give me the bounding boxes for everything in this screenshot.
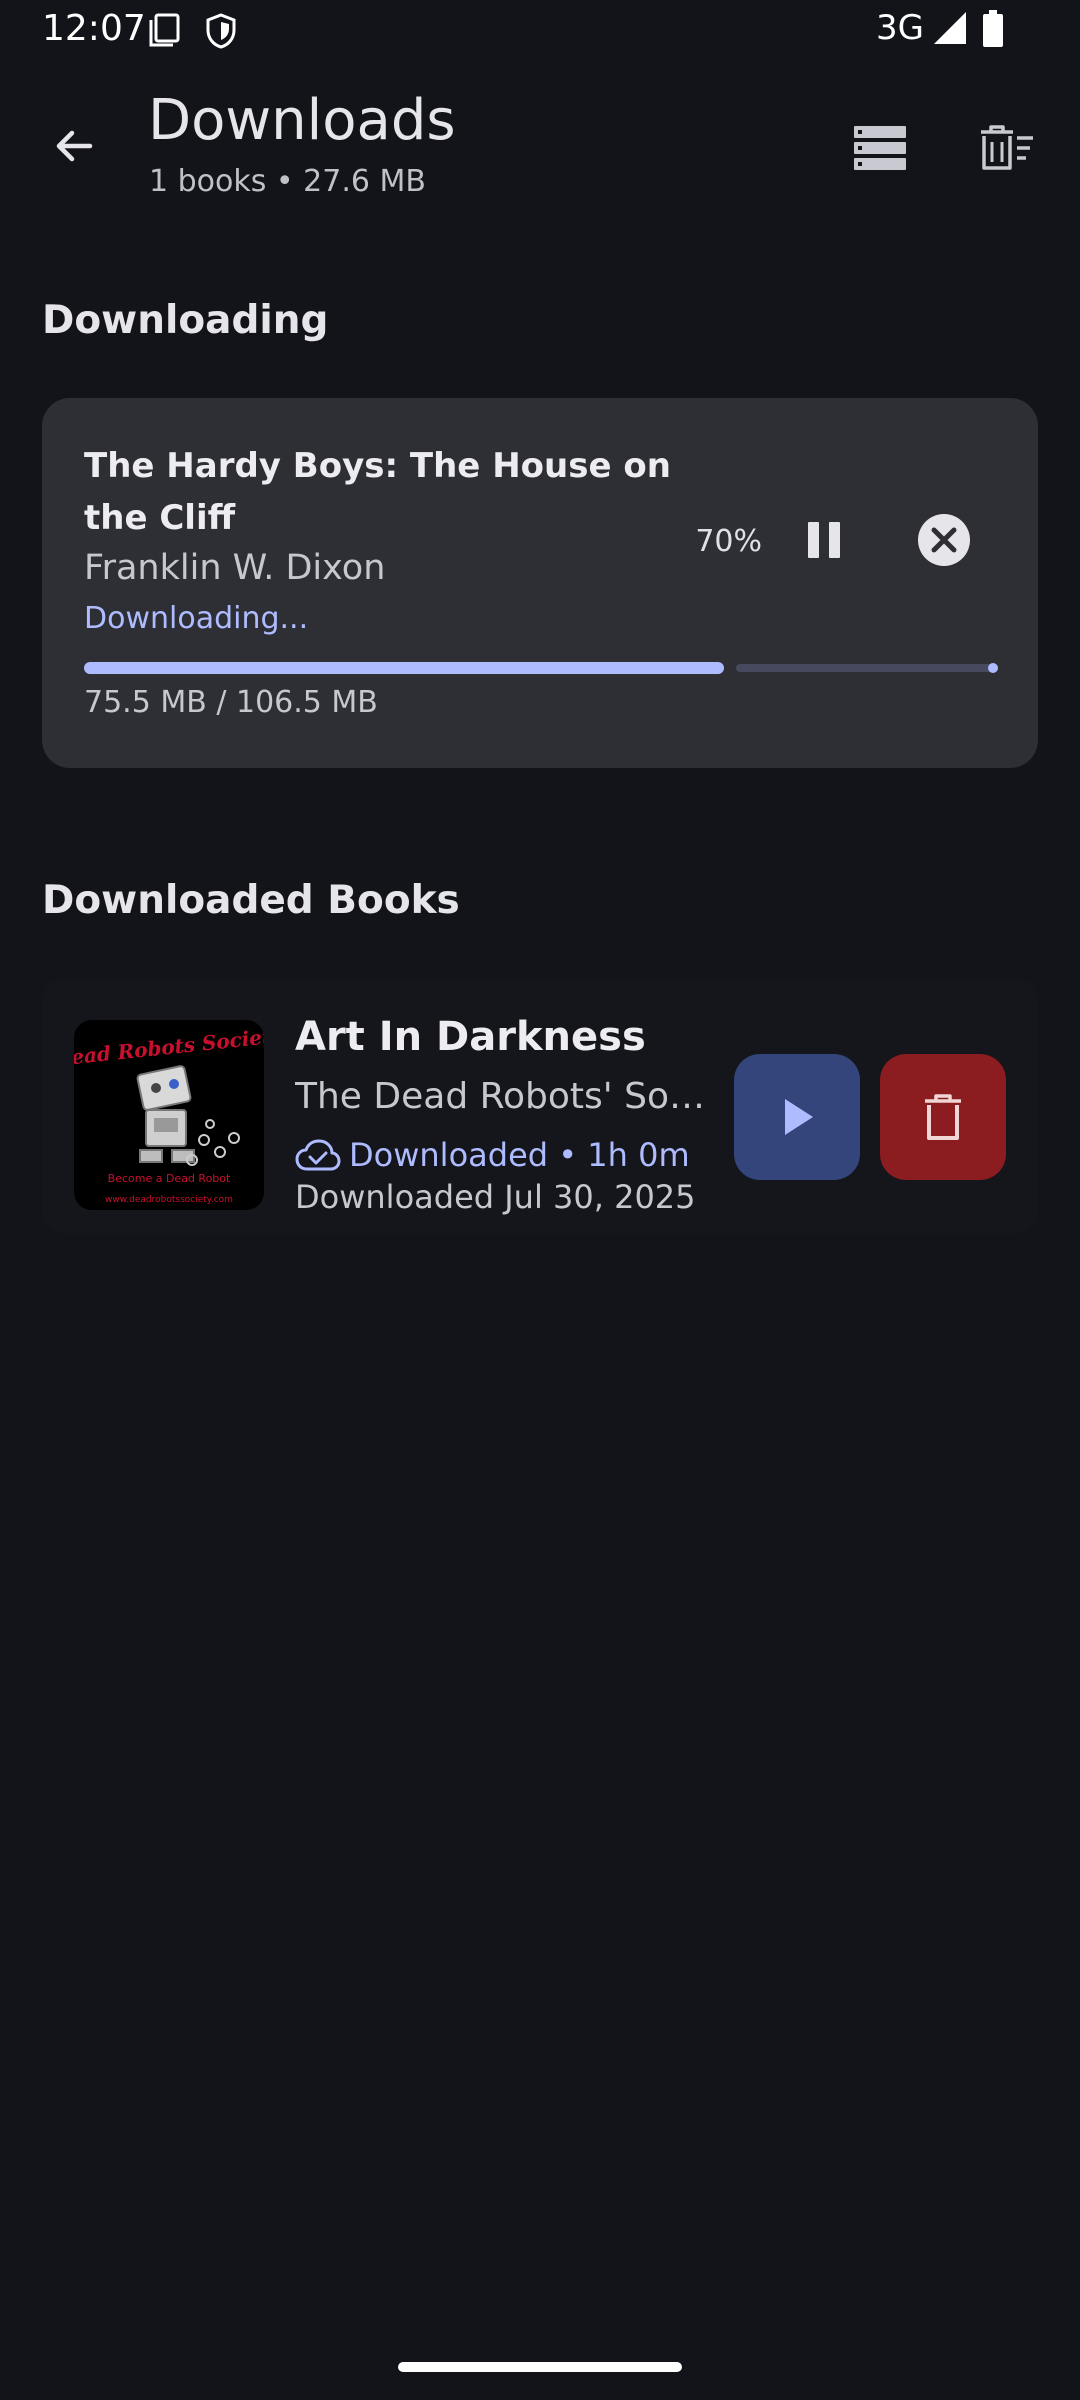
status-bar: 12:07 3G <box>0 0 1080 62</box>
delete-all-button[interactable] <box>966 108 1046 188</box>
book-download-status: Downloaded • 1h 0m <box>295 1136 690 1174</box>
downloading-card: The Hardy Boys: The House on the Cliff F… <box>42 398 1038 768</box>
download-book-title: The Hardy Boys: The House on the Cliff <box>84 446 671 538</box>
back-button[interactable] <box>38 110 110 182</box>
download-progress-bar <box>84 662 998 674</box>
book-cover: Dead Robots Society Become a Dead Robot … <box>74 1020 264 1210</box>
svg-text:www.deadrobotssociety.com: www.deadrobotssociety.com <box>105 1195 233 1205</box>
shield-icon <box>204 12 238 54</box>
storage-button[interactable] <box>840 108 920 188</box>
book-status-text: Downloaded • 1h 0m <box>349 1136 690 1174</box>
sim-card-icon <box>148 12 182 52</box>
download-progress-fill <box>84 662 724 674</box>
delete-book-button[interactable] <box>880 1054 1006 1180</box>
download-percent: 70% <box>695 524 762 559</box>
pause-download-button[interactable] <box>784 496 864 584</box>
battery-icon <box>982 10 1004 52</box>
cloud-done-icon <box>295 1139 341 1171</box>
trash-icon <box>925 1094 961 1140</box>
book-author: The Dead Robots' Society <box>295 1076 715 1117</box>
clear-all-icon <box>981 125 1033 170</box>
downloading-section-header: Downloading <box>42 298 329 343</box>
status-time: 12:07 <box>42 8 146 49</box>
cancel-icon <box>918 514 970 566</box>
page-subtitle: 1 books • 27.6 MB <box>149 164 426 199</box>
book-title: Art In Darkness <box>295 1014 646 1060</box>
play-icon <box>785 1099 813 1135</box>
downloaded-book-item[interactable]: Dead Robots Society Become a Dead Robot … <box>42 978 1038 1234</box>
download-progress-end <box>988 663 998 673</box>
storage-icon <box>854 126 906 170</box>
network-type: 3G <box>876 8 924 48</box>
download-status: Downloading... <box>84 601 309 636</box>
page-title: Downloads <box>148 88 456 153</box>
downloaded-section-header: Downloaded Books <box>42 878 460 923</box>
download-book-author: Franklin W. Dixon <box>84 548 386 588</box>
download-size: 75.5 MB / 106.5 MB <box>84 685 378 720</box>
signal-icon <box>932 10 968 50</box>
home-indicator[interactable] <box>398 2362 682 2372</box>
play-button[interactable] <box>734 1054 860 1180</box>
download-progress-remaining <box>736 664 998 672</box>
book-download-date: Downloaded Jul 30, 2025 <box>295 1178 696 1216</box>
cancel-download-button[interactable] <box>902 498 986 582</box>
pause-icon <box>808 522 840 558</box>
svg-text:Become a Dead Robot: Become a Dead Robot <box>108 1172 231 1185</box>
downloads-screen: 12:07 3G Downloads 1 books • 27.6 MB Dow… <box>0 0 1080 2400</box>
back-arrow-icon <box>56 130 93 162</box>
